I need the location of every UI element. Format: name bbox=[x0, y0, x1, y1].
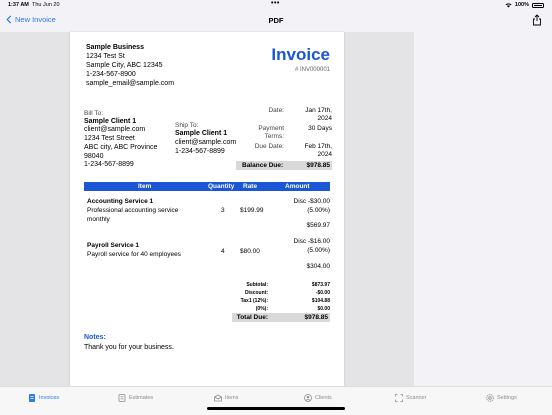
tax0-value: $0.00 bbox=[317, 306, 330, 312]
wifi-icon bbox=[505, 2, 512, 7]
estimate-icon bbox=[118, 394, 126, 402]
ship-to-name: Sample Client 1 bbox=[175, 130, 228, 137]
tab-items[interactable]: Items bbox=[214, 394, 238, 402]
header-quantity: Quantity bbox=[208, 183, 235, 190]
totals-block: Subtotal: $873.97 Discount: -$0.00 Tax1 … bbox=[232, 282, 330, 312]
tab-invoices[interactable]: Invoices bbox=[28, 394, 59, 402]
multitasking-dots-icon[interactable]: ••• bbox=[271, 0, 280, 7]
status-time: 1:37 AM bbox=[8, 2, 29, 8]
invoice-title: Invoice bbox=[271, 45, 330, 64]
tab-scanner-label: Scanner bbox=[406, 395, 427, 401]
terms-value: 30 Days bbox=[308, 125, 332, 132]
items-table-header: Item Quantity Rate Amount bbox=[84, 182, 330, 191]
tab-clients[interactable]: Clients bbox=[304, 394, 332, 402]
business-phone: 1-234-567-8900 bbox=[86, 71, 136, 78]
tab-bar: Invoices Estimates Items Clients Scanner… bbox=[0, 386, 552, 415]
tax1-label: Tax1 (12%): bbox=[240, 298, 268, 304]
due-date-line2: 2024 bbox=[317, 151, 332, 158]
balance-due-row: Balance Due: $978.85 bbox=[236, 161, 332, 170]
ship-to-email: client@sample.com bbox=[175, 139, 237, 146]
discount-label: Discount: bbox=[244, 290, 268, 296]
invoice-icon bbox=[29, 394, 35, 402]
item-1-rate: $199.99 bbox=[240, 207, 264, 214]
status-right: 100% bbox=[505, 2, 544, 8]
status-bar: 1:37 AM Thu Jun 20 ••• 100% bbox=[0, 0, 552, 10]
item-1-discount-pct: (5.00%) bbox=[307, 207, 330, 214]
battery-icon bbox=[532, 2, 544, 8]
bill-to-address2: ABC city, ABC Province bbox=[84, 144, 158, 151]
subtotal-label: Subtotal: bbox=[246, 282, 268, 288]
tab-clients-label: Clients bbox=[315, 395, 332, 401]
bill-to-address1: 1234 Test Street bbox=[84, 135, 135, 142]
tab-estimates[interactable]: Estimates bbox=[118, 394, 153, 402]
terms-label-line1: Payment bbox=[258, 125, 284, 132]
home-indicator[interactable] bbox=[207, 407, 345, 410]
due-date-label: Due Date: bbox=[254, 143, 284, 150]
business-address1: 1234 Test St bbox=[86, 53, 125, 60]
balance-due-label: Balance Due: bbox=[242, 162, 284, 169]
bill-to-postal: 98040 bbox=[84, 153, 104, 160]
tab-settings[interactable]: Settings bbox=[486, 394, 517, 402]
header-item: Item bbox=[138, 183, 152, 190]
item-1-desc-line1: Professional accounting service bbox=[87, 207, 179, 214]
share-icon[interactable] bbox=[532, 14, 542, 26]
bill-to-phone: 1-234-567-8899 bbox=[84, 161, 134, 168]
tab-items-label: Items bbox=[225, 395, 239, 401]
ship-to-label: Ship To: bbox=[175, 122, 199, 129]
total-due-value: $978.85 bbox=[304, 314, 329, 321]
item-2-discount-pct: (5.00%) bbox=[307, 247, 330, 254]
item-2-amount: $304.00 bbox=[306, 263, 331, 270]
invoice-page: Sample Business 1234 Test St Sample City… bbox=[70, 32, 344, 386]
bill-to-email: client@sample.com bbox=[84, 126, 146, 133]
tab-estimates-label: Estimates bbox=[129, 395, 154, 401]
total-due-row: Total Due: $978.85 bbox=[232, 313, 330, 322]
date-value-line1: Jan 17th, bbox=[305, 107, 332, 114]
item-2-title: Payroll Service 1 bbox=[87, 242, 140, 249]
items-icon bbox=[214, 394, 222, 402]
business-email: sample_email@sample.com bbox=[86, 80, 175, 87]
tab-settings-label: Settings bbox=[497, 395, 517, 401]
battery-percent: 100% bbox=[514, 2, 529, 8]
date-label: Date: bbox=[268, 107, 284, 114]
clients-icon bbox=[304, 394, 312, 402]
business-name: Sample Business bbox=[86, 44, 144, 51]
item-2-discount: Disc -$16.00 bbox=[293, 238, 331, 245]
item-1-title: Accounting Service 1 bbox=[87, 198, 154, 205]
tab-invoices-label: Invoices bbox=[39, 395, 60, 401]
tax0-label: (0%): bbox=[255, 306, 268, 312]
scanner-icon bbox=[395, 394, 403, 402]
item-2-quantity: 4 bbox=[221, 248, 225, 255]
discount-value: -$0.00 bbox=[315, 290, 330, 296]
item-1-quantity: 3 bbox=[221, 207, 225, 214]
ship-to-phone: 1-234-567-8899 bbox=[175, 148, 225, 155]
status-date: Thu Jun 20 bbox=[32, 2, 60, 8]
gear-icon bbox=[486, 394, 494, 402]
header-rate: Rate bbox=[243, 183, 258, 190]
bill-to-label: Bill To: bbox=[84, 110, 104, 117]
tab-scanner[interactable]: Scanner bbox=[395, 394, 427, 402]
header-amount: Amount bbox=[285, 183, 310, 190]
bill-to-name: Sample Client 1 bbox=[84, 118, 137, 125]
terms-label-line2: Terms: bbox=[264, 133, 285, 140]
date-value-line2: 2024 bbox=[317, 115, 332, 122]
invoice-number: # INV000001 bbox=[294, 67, 330, 73]
business-address2: Sample City, ABC 12345 bbox=[86, 62, 163, 69]
item-1-discount: Disc -$30.00 bbox=[293, 198, 331, 205]
item-2-desc-line1: Payroll service for 40 employees bbox=[87, 251, 181, 258]
page-title: PDF bbox=[268, 16, 284, 25]
notes-label: Notes: bbox=[84, 334, 106, 341]
nav-bar: New Invoice PDF bbox=[0, 10, 552, 32]
invoice-meta: Date: Jan 17th, 2024 Payment Terms: 30 D… bbox=[236, 107, 332, 161]
notes-text: Thank you for your business. bbox=[84, 344, 174, 351]
item-1-desc-line2: monthly bbox=[87, 216, 110, 223]
item-2-rate: $80.00 bbox=[240, 248, 260, 255]
balance-due-value: $978.85 bbox=[306, 162, 331, 169]
due-date-line1: Feb 17th, bbox=[304, 143, 332, 150]
tax1-value: $104.88 bbox=[311, 298, 330, 304]
total-due-label: Total Due: bbox=[236, 314, 268, 321]
item-1-amount: $569.97 bbox=[306, 222, 331, 229]
subtotal-value: $873.97 bbox=[311, 282, 330, 288]
